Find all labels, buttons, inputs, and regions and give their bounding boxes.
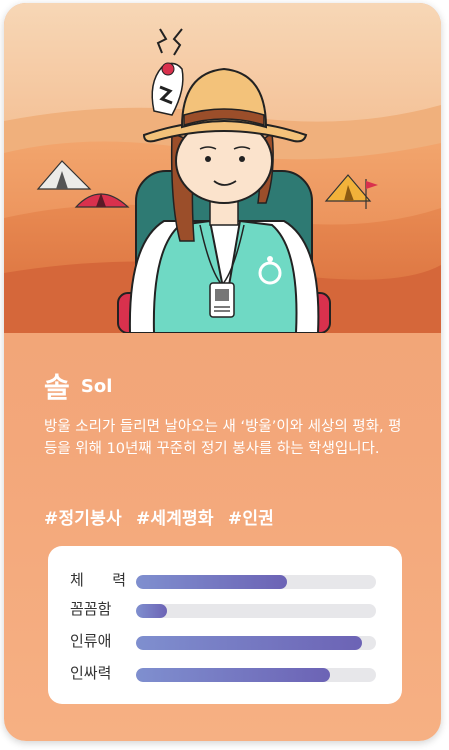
stat-bar-fill (136, 575, 288, 589)
stat-bar-track (136, 636, 376, 650)
tag: #정기봉사 (44, 509, 122, 529)
character-name: 솔 Sol (44, 366, 112, 406)
stat-bar-track (136, 575, 376, 589)
stat-label: 체 력 (70, 571, 126, 589)
stat-bar-fill (136, 636, 362, 650)
name-korean: 솔 (44, 371, 70, 404)
character-illustration (4, 3, 441, 333)
stat-row: 인류애 (48, 628, 402, 654)
character-description: 방울 소리가 들리면 날아오는 새 ‘방울’이와 세상의 평화, 평등을 위해 … (44, 419, 402, 457)
tag-list: #정기봉사 #세계평화 #인권 (44, 504, 282, 529)
tag: #인권 (227, 509, 274, 529)
stat-bar-track (136, 668, 376, 682)
stat-label: 꼼꼼함 (70, 600, 112, 618)
stat-label: 인싸력 (70, 664, 112, 682)
stat-label: 인류애 (70, 632, 112, 650)
stat-row: 체 력 (48, 567, 402, 593)
stats-panel: 체 력 꼼꼼함 인류애 인싸력 (48, 546, 402, 704)
name-english: Sol (80, 375, 113, 397)
stat-row: 꼼꼼함 (48, 596, 402, 622)
character-card: 솔 Sol 방울 소리가 들리면 날아오는 새 ‘방울’이와 세상의 평화, 평… (4, 3, 441, 741)
stat-row: 인싸력 (48, 660, 402, 686)
stat-bar-fill (136, 668, 331, 682)
tag: #세계평화 (135, 509, 214, 529)
stat-bar-fill (136, 604, 168, 618)
stat-bar-track (136, 604, 376, 618)
